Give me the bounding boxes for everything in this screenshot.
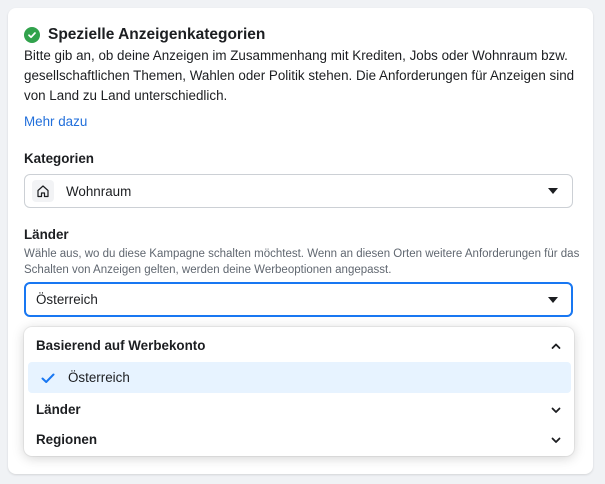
countries-select[interactable]: Österreich <box>24 282 573 317</box>
categories-label: Kategorien <box>24 151 94 166</box>
section-header: Spezielle Anzeigenkategorien <box>24 26 265 44</box>
countries-selected-value: Österreich <box>36 292 98 307</box>
dropdown-option-label: Österreich <box>68 370 130 385</box>
chevron-down-icon <box>550 403 562 421</box>
caret-down-icon <box>548 296 558 303</box>
dropdown-section-werbekonto[interactable]: Basierend auf Werbekonto <box>24 330 574 360</box>
countries-label: Länder <box>24 227 69 242</box>
dropdown-section-label: Regionen <box>36 431 98 447</box>
categories-select[interactable]: Wohnraum <box>24 174 573 208</box>
check-circle-icon <box>24 27 40 43</box>
section-description: Bitte gib an, ob deine Anzeigen im Zusam… <box>24 48 575 103</box>
dropdown-section-label: Länder <box>36 401 81 417</box>
dropdown-section-regionen[interactable]: Regionen <box>24 424 574 454</box>
dropdown-section-laender[interactable]: Länder <box>24 394 574 424</box>
dropdown-section-label: Basierend auf Werbekonto <box>36 337 206 353</box>
caret-down-icon <box>548 188 558 194</box>
checkmark-icon <box>38 368 58 388</box>
section-title: Spezielle Anzeigenkategorien <box>48 26 266 43</box>
learn-more-link[interactable]: Mehr dazu <box>24 114 87 129</box>
countries-dropdown-menu: Basierend auf Werbekonto Österreich Länd… <box>24 327 574 456</box>
categories-selected-value: Wohnraum <box>66 183 132 199</box>
chevron-down-icon <box>550 433 562 451</box>
chevron-up-icon <box>550 339 562 357</box>
dropdown-option-oesterreich[interactable]: Österreich <box>28 362 571 393</box>
countries-hint: Wähle aus, wo du diese Kampagne schalten… <box>24 248 580 276</box>
home-icon <box>32 180 54 202</box>
